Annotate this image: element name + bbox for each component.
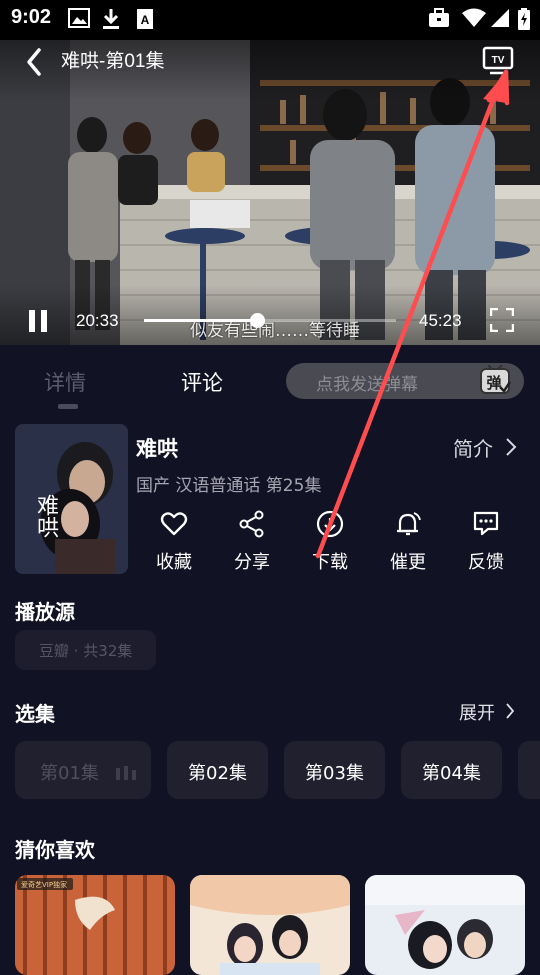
red-annotation-arrow: [315, 69, 510, 559]
